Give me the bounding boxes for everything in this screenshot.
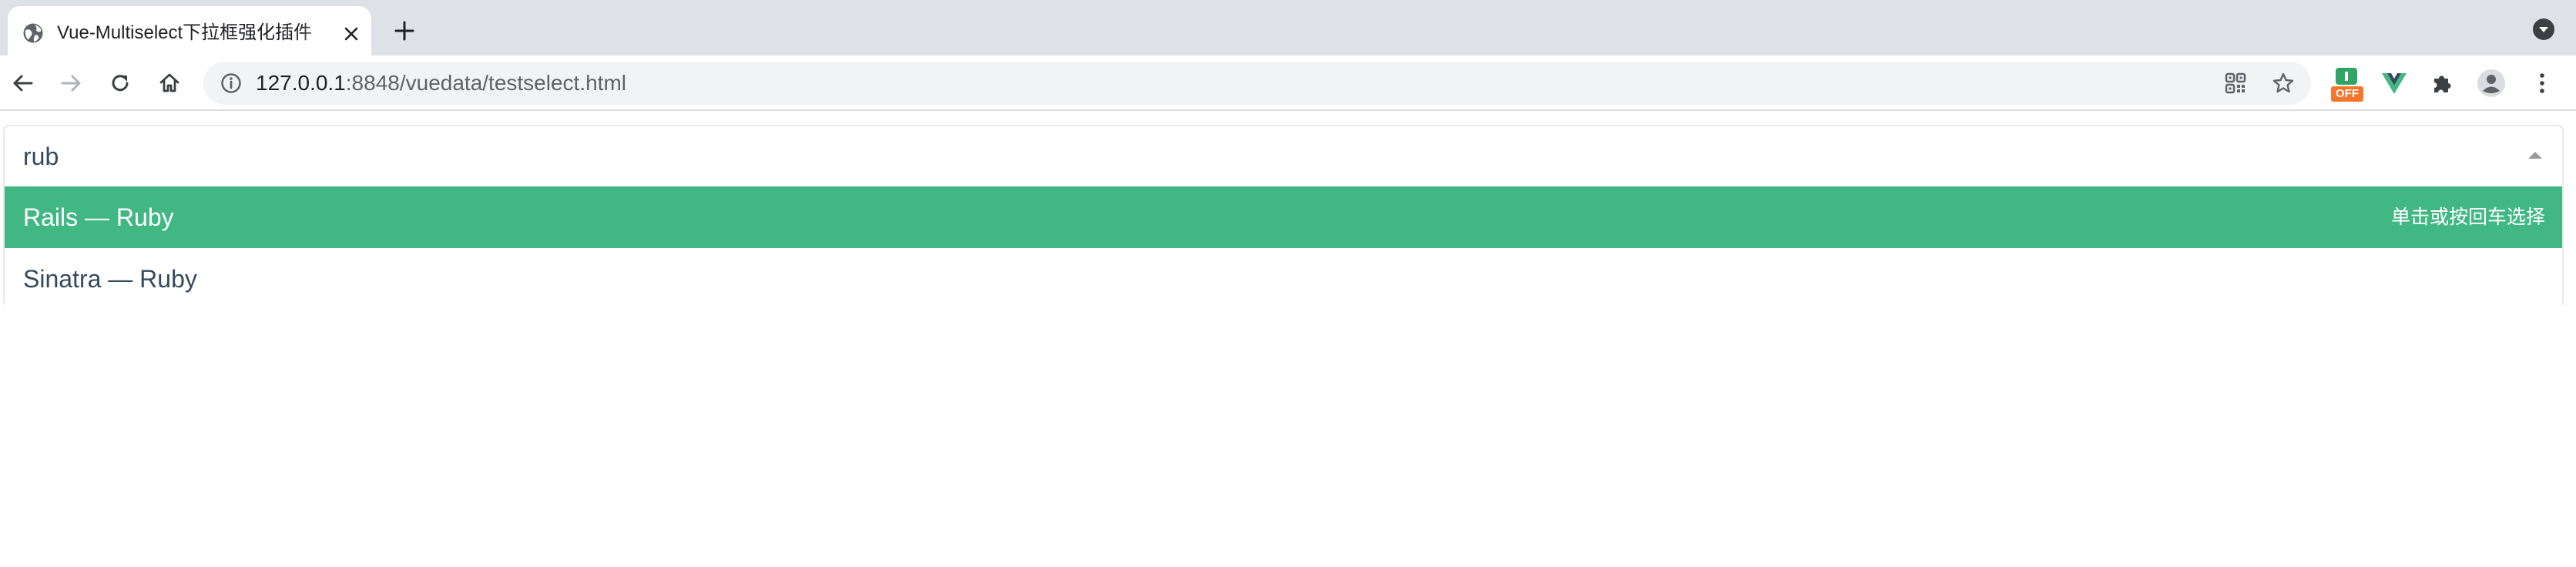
select-hint: 单击或按回车选择	[2390, 206, 2545, 228]
extension-off-badge: OFF	[2331, 86, 2363, 102]
option-label: Sinatra — Ruby	[23, 264, 197, 293]
url-host: 127.0.0.1	[256, 71, 346, 95]
new-tab-button[interactable]	[389, 15, 420, 46]
address-bar[interactable]: 127.0.0.1:8848/vuedata/testselect.html	[203, 62, 2311, 105]
kebab-menu-icon[interactable]	[2525, 66, 2559, 100]
vue-devtools-icon[interactable]	[2377, 66, 2411, 100]
star-icon[interactable]	[2269, 69, 2297, 97]
tab-search-button[interactable]	[2530, 15, 2558, 43]
profile-icon[interactable]	[2474, 66, 2508, 100]
tab-strip: Vue-Multiselect下拉框强化插件	[0, 0, 2576, 55]
url-path: :8848/vuedata/testselect.html	[345, 71, 626, 95]
multiselect-search-input[interactable]	[5, 126, 2562, 186]
reload-button[interactable]	[103, 66, 137, 100]
home-icon	[159, 73, 179, 92]
arrow-right-icon	[61, 75, 81, 92]
url-text: 127.0.0.1:8848/vuedata/testselect.html	[256, 69, 626, 97]
arrow-left-icon	[13, 75, 33, 92]
chevron-down-circle-icon	[2533, 18, 2554, 40]
info-icon[interactable]	[220, 72, 242, 94]
page-content: Rails — Ruby 单击或按回车选择 Sinatra — Ruby	[0, 112, 2576, 567]
option-sinatra-ruby[interactable]: Sinatra — Ruby	[5, 248, 2562, 310]
close-icon[interactable]	[339, 22, 364, 46]
puzzle-icon[interactable]	[2425, 66, 2459, 100]
browser-toolbar: 127.0.0.1:8848/vuedata/testselect.html O…	[0, 55, 2576, 111]
tab-title: Vue-Multiselect下拉框强化插件	[57, 22, 313, 43]
qr-code-icon[interactable]	[2222, 69, 2249, 97]
globe-icon	[22, 22, 45, 45]
plus-icon	[394, 21, 414, 41]
green-extension-icon[interactable]: OFF	[2329, 66, 2363, 102]
multiselect[interactable]: Rails — Ruby 单击或按回车选择 Sinatra — Ruby	[3, 125, 2564, 310]
forward-button[interactable]	[54, 66, 88, 100]
browser-tab[interactable]: Vue-Multiselect下拉框强化插件	[8, 6, 371, 55]
option-rails-ruby[interactable]: Rails — Ruby 单击或按回车选择	[5, 186, 2562, 248]
back-button[interactable]	[6, 66, 40, 100]
option-label: Rails — Ruby	[23, 203, 174, 231]
home-button[interactable]	[153, 66, 186, 100]
caret-up-icon[interactable]	[2527, 149, 2544, 160]
reload-icon	[112, 75, 129, 92]
